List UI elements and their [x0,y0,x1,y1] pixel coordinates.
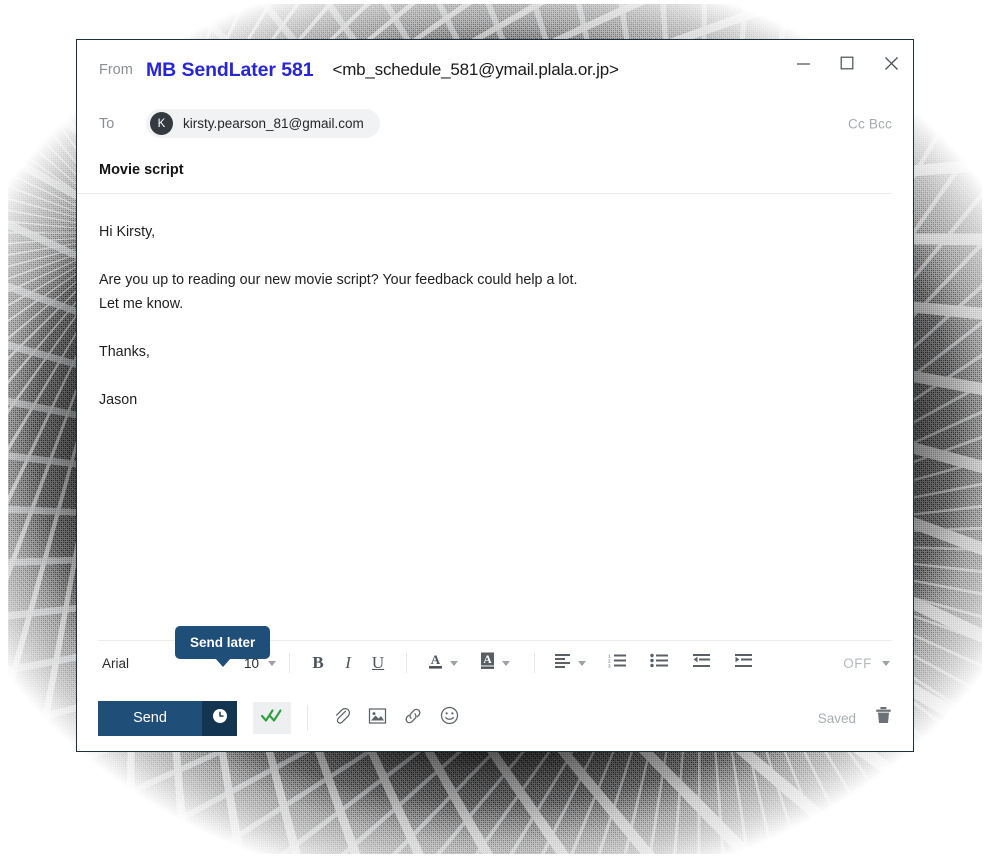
align-button[interactable] [548,648,578,678]
body-line: Thanks, [99,344,150,360]
clock-icon [212,708,228,729]
italic-button[interactable]: I [333,648,363,678]
attach-button[interactable] [323,702,359,734]
action-divider [307,705,308,731]
body-line: Are you up to reading our new movie scri… [99,272,578,288]
off-label: OFF [843,655,872,671]
send-later-button[interactable] [202,700,237,736]
bullet-list-button[interactable] [644,648,674,678]
from-display-name[interactable]: MB SendLater 581 [146,59,314,82]
text-color-button[interactable]: A [420,648,450,678]
to-label: To [99,115,115,132]
indent-icon [734,653,753,673]
bullet-list-icon [649,653,669,673]
recipient-chip[interactable]: K kirsty.pearson_81@gmail.com [146,109,380,138]
recipient-email: kirsty.pearson_81@gmail.com [183,116,364,131]
maximize-icon [840,56,854,70]
svg-text:3: 3 [608,664,611,668]
body-line: Jason [99,392,138,408]
chevron-down-icon [268,660,277,666]
message-body[interactable]: Hi Kirsty, Are you up to reading our new… [77,194,913,640]
link-icon [403,707,423,730]
maximize-button[interactable] [825,46,869,80]
off-dropdown[interactable]: OFF [843,656,890,671]
to-row: To K kirsty.pearson_81@gmail.com Cc Bcc [77,100,913,147]
chevron-down-icon [882,660,890,666]
text-color-icon: A [427,651,444,675]
chevron-down-icon[interactable] [502,660,511,666]
minimize-button[interactable] [781,46,825,80]
align-left-icon [554,653,572,673]
avatar: K [150,112,173,135]
body-line: Hi Kirsty, [99,224,156,240]
trash-icon [875,707,892,729]
from-address: <mb_schedule_581@ymail.plala.or.jp> [332,60,619,79]
svg-text:A: A [483,654,492,666]
cc-bcc-toggle[interactable]: Cc Bcc [848,116,892,131]
indent-button[interactable] [728,648,758,678]
compose-window: From MB SendLater 581 <mb_schedule_581@y… [77,40,913,751]
subject-row[interactable]: Movie script [77,147,892,194]
action-bar-right: Saved [818,706,892,730]
underline-button[interactable]: U [363,648,393,678]
insert-image-button[interactable] [359,702,395,734]
subject-text: Movie script [99,162,184,178]
toolbar-divider [534,653,536,673]
chevron-down-icon[interactable] [450,660,459,666]
insert-link-button[interactable] [395,702,431,734]
highlight-color-button[interactable]: A [472,648,502,678]
emoji-button[interactable] [431,702,467,734]
smiley-icon [440,706,459,730]
delete-draft-button[interactable] [875,706,892,730]
outdent-button[interactable] [686,648,716,678]
saved-status: Saved [817,710,856,726]
send-button-group: Send [98,700,237,736]
highlight-color-icon: A [479,651,496,675]
body-line: Let me know. [99,296,184,312]
window-controls [781,46,913,80]
send-later-tooltip: Send later [175,626,271,659]
toolbar-divider [289,653,291,673]
action-bar: Send later Send Saved [77,626,913,751]
svg-text:A: A [430,652,440,667]
chevron-down-icon[interactable] [578,660,587,666]
from-label: From [99,62,133,78]
bold-button[interactable]: B [303,648,333,678]
from-row: From MB SendLater 581 <mb_schedule_581@y… [77,40,913,100]
numbered-list-button[interactable]: 1 2 3 [602,648,632,678]
close-button[interactable] [869,46,913,80]
send-button[interactable]: Send [98,700,202,736]
paperclip-icon [332,706,351,730]
read-receipt-button[interactable] [253,702,291,734]
outdent-icon [692,653,711,673]
minimize-icon [796,58,811,69]
image-icon [368,707,387,730]
close-icon [884,56,899,71]
toolbar-divider [406,653,408,673]
double-check-icon [260,708,283,728]
numbered-list-icon: 1 2 3 [608,653,627,673]
